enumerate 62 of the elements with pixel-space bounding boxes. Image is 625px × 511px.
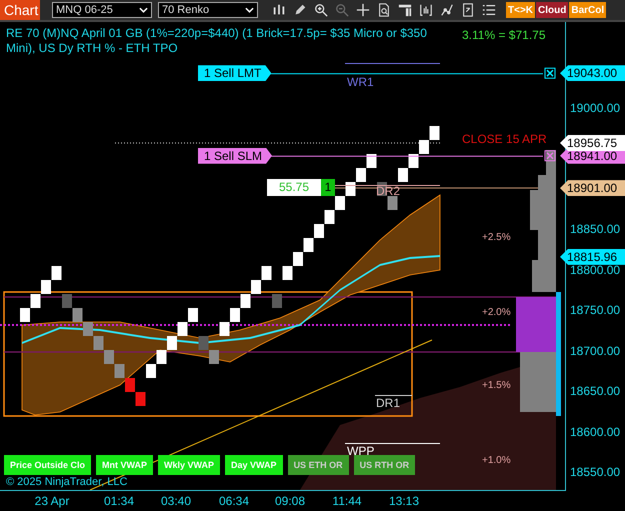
percent-label: +2.0% xyxy=(482,307,511,318)
pencil-icon[interactable] xyxy=(293,3,307,17)
close-order-icon[interactable] xyxy=(544,150,556,162)
indicator-toggle-button[interactable]: US ETH OR xyxy=(288,455,349,475)
close-order-icon[interactable] xyxy=(544,68,556,79)
price-tick-label: 19000.00 xyxy=(570,101,620,115)
level-label: DR2 xyxy=(376,184,400,198)
instrument-dropdown[interactable]: MNQ 06-25 xyxy=(52,2,152,18)
level-label: WR1 xyxy=(347,75,374,89)
time-tick-label: 01:34 xyxy=(102,494,136,508)
order-price-tag: 19043.00 xyxy=(560,65,625,82)
profit-text: 3.11% = $71.75 xyxy=(462,28,546,42)
time-tick-label: 03:40 xyxy=(160,494,192,508)
percent-label: +2.5% xyxy=(482,232,511,243)
price-tick-label: 18550.00 xyxy=(570,465,620,480)
chart-tab[interactable]: Chart xyxy=(0,0,40,20)
indicator-toggle-button[interactable]: Price Outside Clo xyxy=(4,455,92,475)
percent-label: +1.0% xyxy=(482,455,511,466)
toolbar-toggle-button[interactable]: T<>K xyxy=(506,2,536,18)
time-tick-label: 09:08 xyxy=(274,494,306,508)
toolbar-toggle-button[interactable]: Cloud xyxy=(536,2,568,18)
document-search-icon[interactable] xyxy=(377,3,391,17)
period-dropdown[interactable]: 70 Renko xyxy=(158,2,258,18)
candlestick-icon[interactable] xyxy=(272,3,286,17)
columns-icon[interactable] xyxy=(398,3,412,17)
crosshair-icon[interactable] xyxy=(356,3,370,17)
chart-title: RE 70 (M)NQ April 01 GB (1%=220p=$440) (1 Brick=17.5p= $35 Micro or $350 Mini), US Dy RTH % - ETH TPO xyxy=(6,26,428,56)
indicator-toggle-button[interactable]: Mnt VWAP xyxy=(96,455,154,475)
price-tag: 18815.96 xyxy=(560,248,625,265)
toolbar-toggle-button[interactable]: BarCol xyxy=(569,2,606,18)
position-pnl: 55.75 xyxy=(267,179,321,196)
document-icon[interactable] xyxy=(461,3,475,17)
caret-icon xyxy=(139,7,148,13)
time-tick-label: 23 Apr xyxy=(34,494,70,508)
indicator-toggle-button[interactable]: Day VWAP xyxy=(225,455,283,475)
level-label: CLOSE 15 APR xyxy=(462,132,547,146)
list-icon[interactable] xyxy=(482,3,496,17)
indicator-toggle-button[interactable]: US RTH OR xyxy=(354,455,416,475)
price-tick-label: 18800.00 xyxy=(570,262,620,277)
level-label: WPP xyxy=(347,444,374,458)
zoom-in-icon[interactable] xyxy=(314,3,328,17)
price-tag: 18956.75 xyxy=(560,134,625,151)
price-tag: 18901.00 xyxy=(560,180,625,196)
caret-icon xyxy=(245,7,254,13)
time-tick-label: 11:44 xyxy=(331,494,363,508)
bar-chart-icon[interactable] xyxy=(419,3,433,17)
percent-label: +1.5% xyxy=(482,380,511,391)
price-tick-label: 18750.00 xyxy=(570,303,620,318)
price-tick-label: 18700.00 xyxy=(570,344,620,358)
price-tick-label: 18600.00 xyxy=(570,424,620,439)
level-label: DR1 xyxy=(376,396,400,410)
order-label[interactable]: 1 Sell SLM xyxy=(198,148,272,164)
order-label[interactable]: 1 Sell LMT xyxy=(198,65,272,82)
time-tick-label: 13:13 xyxy=(388,494,420,508)
pivot-level-line xyxy=(375,395,412,396)
position-quantity: 1 xyxy=(321,179,335,196)
price-tick-label: 18650.00 xyxy=(570,384,620,398)
indicator-toggle-button[interactable]: Wkly VWAP xyxy=(158,455,220,475)
price-tick-label: 18850.00 xyxy=(570,222,620,236)
line-chart-icon[interactable] xyxy=(440,3,454,17)
copyright-text: © 2025 NinjaTrader, LLC xyxy=(6,476,128,488)
time-tick-label: 06:34 xyxy=(218,494,250,508)
